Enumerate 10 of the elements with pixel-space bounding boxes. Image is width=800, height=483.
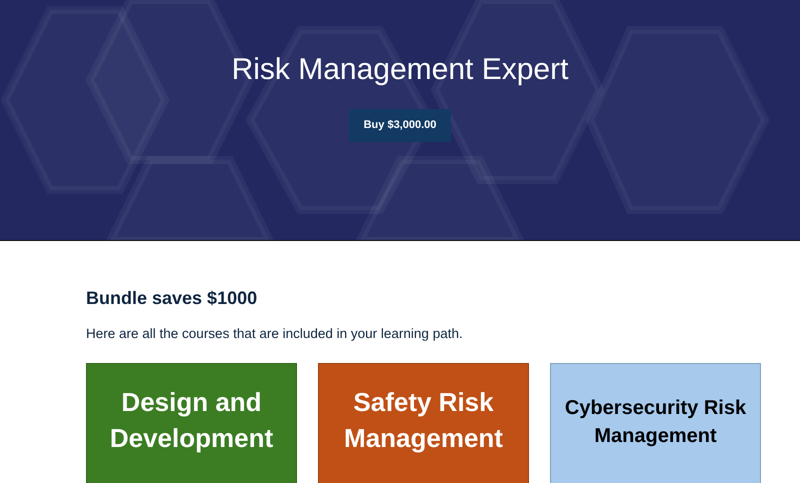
course-title: Cybersecurity Risk Management (564, 396, 748, 450)
course-card[interactable]: Cybersecurity Risk Management (550, 363, 761, 483)
course-card[interactable]: Design and Development (86, 363, 297, 483)
course-title: Design and Development (108, 386, 274, 456)
course-title: Safety Risk Management (343, 386, 504, 456)
course-card[interactable]: Safety Risk Management (318, 363, 529, 483)
section-heading: Bundle saves $1000 (86, 287, 258, 310)
buy-button[interactable]: Buy $3,000.00 (348, 109, 452, 142)
page-title: Risk Management Expert (232, 52, 568, 88)
description-text: Here are all the courses that are included in your learning path. (86, 325, 464, 343)
